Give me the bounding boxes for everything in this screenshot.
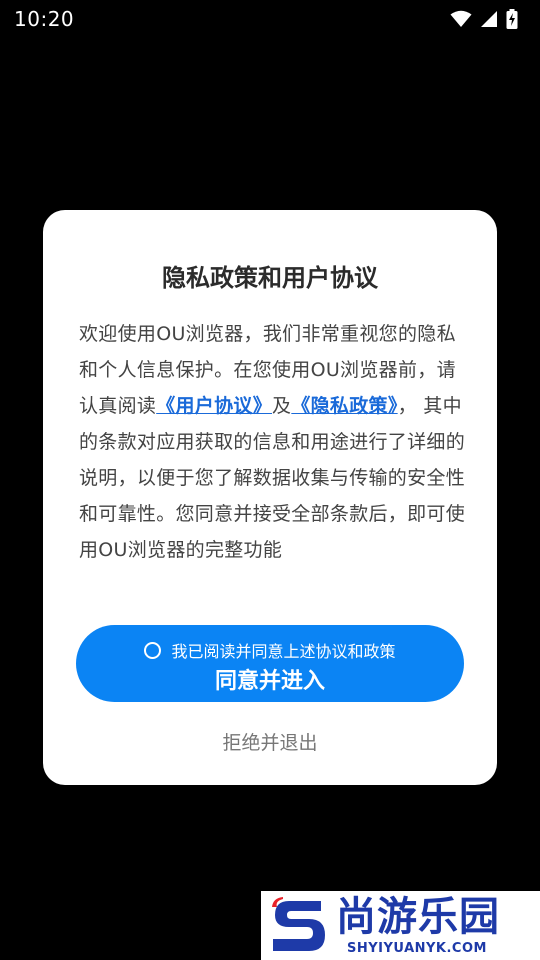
agree-and-enter-button[interactable]: 我已阅读并同意上述协议和政策 同意并进入: [76, 625, 464, 702]
user-agreement-link[interactable]: 《用户协议》: [156, 395, 272, 417]
watermark-domain: SHYIYUANYK.COM: [347, 941, 487, 956]
agree-checkbox-row[interactable]: 我已阅读并同意上述协议和政策: [76, 638, 464, 662]
watermark-logo-icon: [269, 895, 329, 955]
battery-charging-icon: [506, 9, 518, 29]
agree-checkbox-circle-icon[interactable]: [144, 641, 162, 659]
privacy-dialog: 隐私政策和用户协议 欢迎使用OU浏览器，我们非常重视您的隐私和个人信息保护。在您…: [43, 210, 497, 785]
status-time: 10:20: [14, 7, 75, 31]
watermark: 尚游乐园 SHYIYUANYK.COM: [261, 891, 540, 960]
agree-checkbox-label: 我已阅读并同意上述协议和政策: [171, 642, 396, 661]
cellular-signal-icon: [480, 10, 498, 28]
dialog-title: 隐私政策和用户协议: [162, 264, 378, 292]
body-conjunction-text: 及: [272, 395, 292, 417]
agree-button-label: 同意并进入: [214, 669, 325, 694]
reject-and-exit-button[interactable]: 拒绝并退出: [43, 728, 497, 755]
privacy-policy-link[interactable]: 《隐私政策》: [291, 395, 397, 417]
screen: 10:20 隐私政策和用户协议 欢迎使用OU浏览器，我们非常重视您的隐私和个人信…: [0, 0, 540, 960]
status-icons: [450, 9, 518, 29]
watermark-name: 尚游乐园: [336, 894, 500, 940]
wifi-icon: [450, 10, 472, 28]
dialog-body: 欢迎使用OU浏览器，我们非常重视您的隐私和个人信息保护。在您使用OU浏览器前，请…: [79, 316, 467, 568]
body-rest-text: ， 其中的条款对应用获取的信息和用途进行了详细的说明，以便于您了解数据收集与传输…: [79, 395, 466, 561]
status-bar: 10:20: [0, 0, 540, 38]
